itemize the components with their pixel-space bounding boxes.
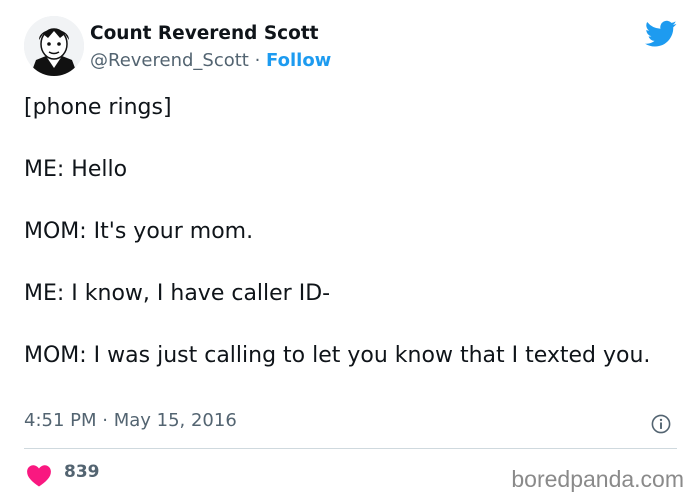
tweet-line: MOM: I was just calling to let you know … xyxy=(24,343,651,368)
tweet-line: MOM: It's your mom. xyxy=(24,219,254,244)
like-count[interactable]: 839 xyxy=(64,462,100,482)
tweet-line: ME: Hello xyxy=(24,157,128,182)
handle-line: @Reverend_Scott · Follow xyxy=(90,50,331,71)
follow-button[interactable]: Follow xyxy=(266,50,331,71)
watermark: boredpanda.com xyxy=(511,466,684,492)
tweet-timestamp[interactable]: 4:51 PM · May 15, 2016 xyxy=(24,410,237,431)
tweet-text: [phone rings] ME: Hello MOM: It's your m… xyxy=(24,92,664,371)
tweet-line: [phone rings] xyxy=(24,95,172,120)
avatar-image xyxy=(24,16,84,76)
tweet-line: ME: I know, I have caller ID- xyxy=(24,281,331,306)
avatar[interactable] xyxy=(24,16,84,76)
info-icon[interactable] xyxy=(651,414,671,434)
display-name[interactable]: Count Reverend Scott xyxy=(90,23,319,44)
heart-icon[interactable] xyxy=(26,463,52,487)
twitter-bird-icon[interactable] xyxy=(645,20,677,48)
user-handle[interactable]: @Reverend_Scott xyxy=(90,50,249,71)
divider xyxy=(24,448,677,449)
handle-separator: · xyxy=(248,50,267,71)
